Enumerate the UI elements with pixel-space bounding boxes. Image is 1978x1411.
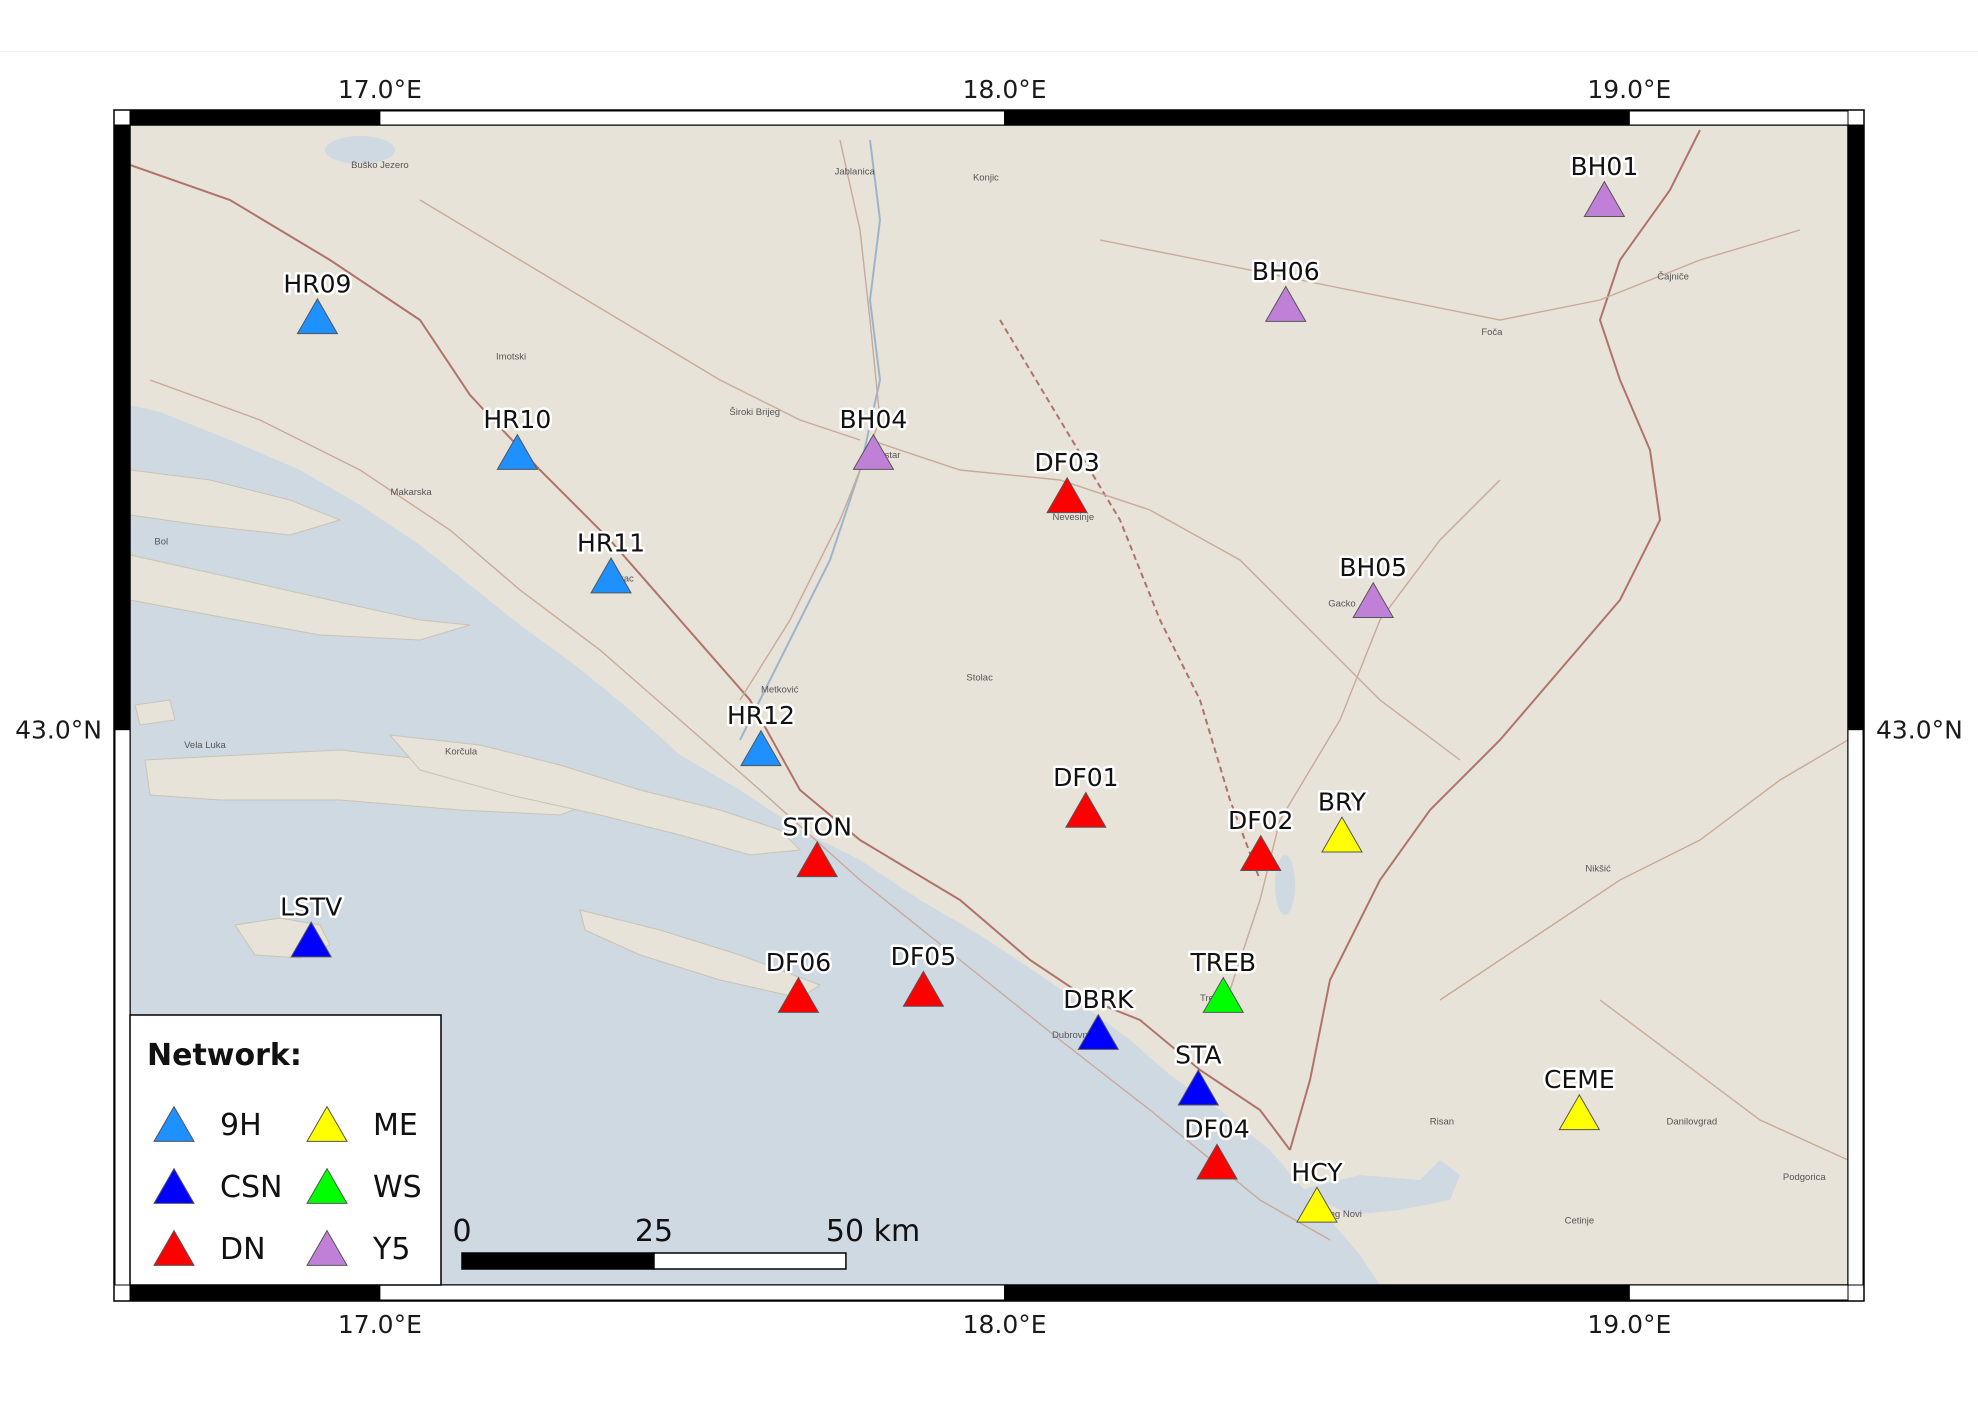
station-label: DF02 (1228, 806, 1293, 835)
place-label: Imotski (496, 351, 526, 362)
station-label: DF05 (891, 942, 956, 971)
station-label: BH05 (1339, 553, 1407, 582)
lon-tick-label-top: 18.0°E (963, 75, 1047, 104)
lat-tick-label-right: 43.0°N (1876, 716, 1963, 745)
station-label: HR10 (483, 405, 551, 434)
station-label: DF01 (1053, 763, 1118, 792)
station-label: HCY (1291, 1158, 1343, 1187)
scale-bar-label: 0 (452, 1214, 471, 1249)
station-label: BH01 (1570, 152, 1638, 181)
station-label: DF04 (1184, 1115, 1249, 1144)
lon-tick-label-bottom: 17.0°E (338, 1310, 422, 1339)
frame-segment (1847, 124, 1864, 731)
place-label: Cetinje (1565, 1215, 1595, 1226)
frame-segment (1628, 110, 1849, 126)
station-label: STA (1175, 1041, 1221, 1070)
place-label: Vela Luka (184, 740, 226, 751)
legend-label-9h: 9H (220, 1108, 262, 1143)
station-label: STON (782, 812, 852, 841)
station-label: HR09 (283, 269, 351, 298)
island-vis (134, 699, 176, 726)
legend-label-me: ME (373, 1108, 418, 1143)
place-label: Foča (1481, 327, 1503, 338)
station-label: LSTV (280, 892, 342, 921)
place-label: Korčula (445, 746, 478, 757)
place-label: Metković (761, 685, 799, 696)
lat-tick-label-left: 43.0°N (15, 716, 102, 745)
station-label: TREB (1189, 948, 1256, 977)
place-label: Nevesinje (1052, 512, 1094, 523)
place-label: Podgorica (1783, 1172, 1826, 1183)
station-label: HR12 (727, 701, 795, 730)
frame-segment (379, 1284, 1006, 1301)
station-label: DBRK (1063, 985, 1134, 1014)
scale-bar-segment (461, 1252, 655, 1270)
place-label: Bol (154, 537, 168, 548)
station-label: BH06 (1252, 257, 1320, 286)
place-label: Makarska (391, 487, 433, 498)
frame-segment (129, 110, 381, 126)
legend-label-csn: CSN (220, 1170, 282, 1205)
lon-tick-label-top: 17.0°E (338, 75, 422, 104)
frame-segment (379, 110, 1006, 126)
place-label: Konjic (973, 173, 999, 184)
place-label: Stolac (966, 672, 993, 683)
frame-segment (1847, 729, 1864, 1286)
station-label: BH04 (840, 405, 908, 434)
station-map: Jablanica Konjic Buško Jezero Imotski Široki… (15, 75, 1963, 1339)
station-label: DF06 (766, 948, 831, 977)
legend-title: Network: (147, 1038, 302, 1073)
scale-bar-label: 25 (635, 1214, 673, 1249)
station-label: BRY (1318, 788, 1367, 817)
place-label: Široki Brijeg (729, 407, 780, 418)
place-label: Risan (1430, 1117, 1454, 1128)
scale-bar-label: 50 km (826, 1214, 920, 1249)
frame-segment (114, 729, 131, 1286)
scale-bar-segment (653, 1252, 847, 1270)
frame-segment (114, 124, 131, 731)
place-label: Gacko (1328, 598, 1355, 609)
bileca-lake (1275, 855, 1295, 915)
place-label: Danilovgrad (1666, 1117, 1717, 1128)
legend-label-y5: Y5 (372, 1232, 410, 1267)
station-label: HR11 (577, 528, 645, 557)
legend: Network: 9H CSN DN ME WS Y5 (129, 1014, 442, 1286)
frame-segment (1004, 1284, 1630, 1301)
frame-segment (1004, 110, 1630, 126)
station-label: CEME (1544, 1065, 1615, 1094)
frame-segment (1628, 1284, 1849, 1301)
lon-tick-label-bottom: 18.0°E (963, 1310, 1047, 1339)
lon-tick-label-top: 19.0°E (1587, 75, 1671, 104)
legend-label-dn: DN (220, 1232, 266, 1267)
place-label: Čajniče (1657, 271, 1689, 282)
lon-tick-label-bottom: 19.0°E (1587, 1310, 1671, 1339)
place-label: Jablanica (835, 166, 876, 177)
place-label: Buško Jezero (351, 160, 409, 171)
frame-segment (129, 1284, 381, 1301)
station-label: DF03 (1034, 448, 1099, 477)
legend-label-ws: WS (373, 1170, 422, 1205)
place-label: Nikšić (1585, 864, 1611, 875)
